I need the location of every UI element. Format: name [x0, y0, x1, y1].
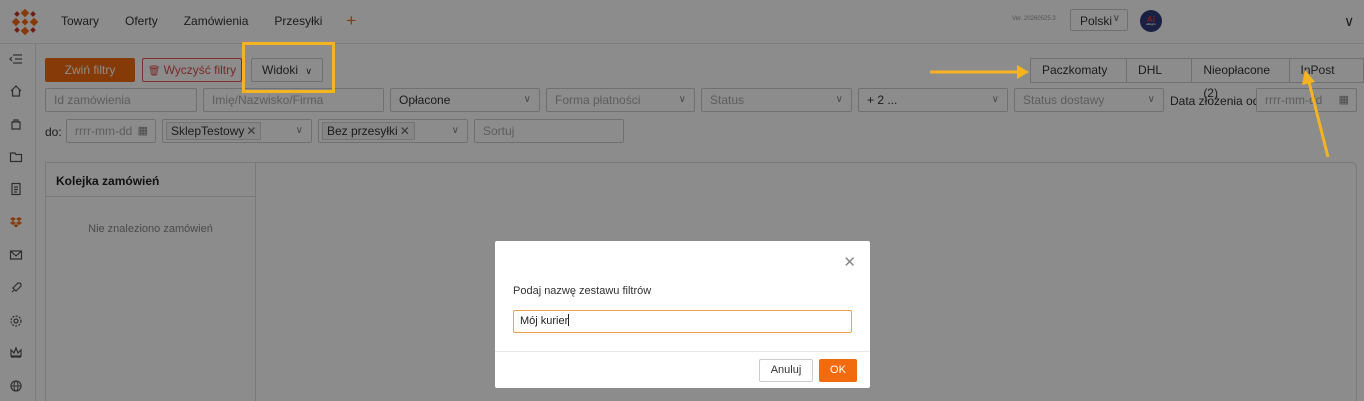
- views-highlight-box: [242, 42, 335, 93]
- close-icon[interactable]: ✕: [843, 253, 856, 271]
- annotation-arrow-icon: [1302, 70, 1330, 158]
- modal-divider: [495, 351, 870, 352]
- ok-button[interactable]: OK: [819, 359, 857, 382]
- filter-set-name-dialog: ✕ Podaj nazwę zestawu filtrów Mój kurier…: [495, 241, 870, 388]
- cancel-button[interactable]: Anuluj: [759, 359, 813, 382]
- filter-set-name-input[interactable]: Mój kurier: [513, 310, 852, 333]
- filter-set-name-label: Podaj nazwę zestawu filtrów: [513, 285, 652, 297]
- text-caret: [568, 314, 570, 326]
- filter-set-name-value: Mój kurier: [520, 315, 569, 327]
- annotation-arrow-icon: [930, 65, 1029, 79]
